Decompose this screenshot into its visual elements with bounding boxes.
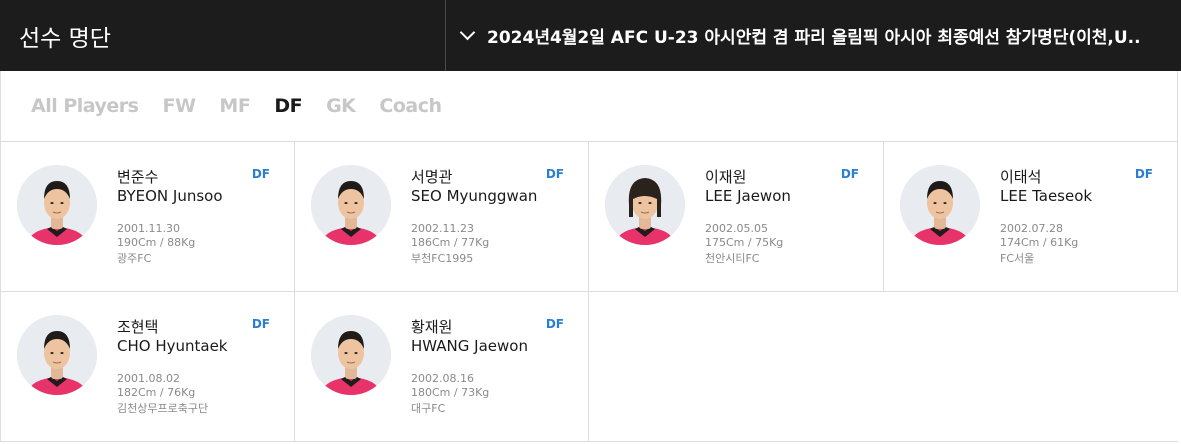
player-card[interactable]: DF 조현택 CHO Hyuntaek 2001.08.02 182Cm / 7… bbox=[0, 292, 295, 442]
page-title: 선수 명단 bbox=[0, 0, 446, 71]
player-club: 광주FC bbox=[117, 252, 152, 265]
position-badge: DF bbox=[1134, 167, 1153, 181]
position-tabs: All Players FW MF DF GK Coach bbox=[0, 71, 1178, 142]
player-club: FC서울 bbox=[1000, 252, 1035, 265]
player-birthdate: 2001.11.30 bbox=[117, 222, 180, 235]
player-english-name: LEE Taeseok bbox=[1000, 187, 1093, 205]
player-english-name: HWANG Jaewon bbox=[411, 337, 528, 355]
player-korean-name: 조현택 bbox=[117, 318, 159, 336]
tab-all-players[interactable]: All Players bbox=[31, 95, 139, 117]
player-korean-name: 이태석 bbox=[1000, 168, 1042, 186]
roster-selector[interactable]: 2024년4월2일 AFC U-23 아시안컵 겸 파리 올림픽 아시아 최종예… bbox=[446, 0, 1181, 71]
player-physique: 186Cm / 77Kg bbox=[411, 236, 490, 249]
player-grid: DF 변준수 BYEON Junsoo 2001.11.30 190Cm / 8… bbox=[0, 142, 1178, 442]
player-physique: 180Cm / 73Kg bbox=[411, 386, 490, 399]
page-header: 선수 명단 2024년4월2일 AFC U-23 아시안컵 겸 파리 올림픽 아… bbox=[0, 0, 1181, 71]
player-korean-name: 황재원 bbox=[411, 318, 453, 336]
player-birthdate: 2002.11.23 bbox=[411, 222, 474, 235]
player-english-name: CHO Hyuntaek bbox=[117, 337, 228, 355]
player-korean-name: 변준수 bbox=[117, 168, 159, 186]
player-birthdate: 2002.05.05 bbox=[705, 222, 768, 235]
position-badge: DF bbox=[545, 317, 564, 331]
player-korean-name: 이재원 bbox=[705, 168, 747, 186]
position-badge: DF bbox=[840, 167, 859, 181]
tab-gk[interactable]: GK bbox=[326, 95, 356, 117]
player-photo bbox=[17, 165, 97, 245]
player-card[interactable]: DF 서명관 SEO Myunggwan 2002.11.23 186Cm / … bbox=[295, 142, 589, 292]
player-english-name: SEO Myunggwan bbox=[411, 187, 538, 205]
player-korean-name: 서명관 bbox=[411, 168, 453, 186]
tab-df[interactable]: DF bbox=[274, 95, 302, 117]
empty-cell bbox=[884, 292, 1178, 442]
player-photo bbox=[311, 165, 391, 245]
player-english-name: LEE Jaewon bbox=[705, 187, 791, 205]
player-birthdate: 2002.08.16 bbox=[411, 372, 474, 385]
player-club: 천안시티FC bbox=[705, 252, 760, 265]
player-club: 대구FC bbox=[411, 402, 446, 415]
player-photo bbox=[900, 165, 980, 245]
roster-selector-label: 2024년4월2일 AFC U-23 아시안컵 겸 파리 올림픽 아시아 최종예… bbox=[487, 28, 1141, 48]
player-card[interactable]: DF 이재원 LEE Jaewon 2002.05.05 175Cm / 75K… bbox=[589, 142, 884, 292]
position-badge: DF bbox=[251, 167, 270, 181]
player-birthdate: 2001.08.02 bbox=[117, 372, 180, 385]
player-card[interactable]: DF 변준수 BYEON Junsoo 2001.11.30 190Cm / 8… bbox=[0, 142, 295, 292]
tab-coach[interactable]: Coach bbox=[379, 95, 442, 117]
player-photo bbox=[311, 315, 391, 395]
tab-fw[interactable]: FW bbox=[162, 95, 195, 117]
player-card[interactable]: DF 황재원 HWANG Jaewon 2002.08.16 180Cm / 7… bbox=[295, 292, 589, 442]
position-badge: DF bbox=[545, 167, 564, 181]
player-physique: 174Cm / 61Kg bbox=[1000, 236, 1079, 249]
player-photo bbox=[17, 315, 97, 395]
player-club: 부천FC1995 bbox=[411, 252, 474, 265]
chevron-down-icon bbox=[459, 24, 476, 41]
player-club: 김천상무프로축구단 bbox=[117, 402, 209, 415]
player-english-name: BYEON Junsoo bbox=[117, 187, 223, 205]
empty-cell bbox=[589, 292, 884, 442]
player-physique: 175Cm / 75Kg bbox=[705, 236, 784, 249]
player-physique: 190Cm / 88Kg bbox=[117, 236, 196, 249]
player-birthdate: 2002.07.28 bbox=[1000, 222, 1063, 235]
player-photo bbox=[605, 165, 685, 245]
position-badge: DF bbox=[251, 317, 270, 331]
player-card[interactable]: DF 이태석 LEE Taeseok 2002.07.28 174Cm / 61… bbox=[884, 142, 1178, 292]
tab-mf[interactable]: MF bbox=[219, 95, 250, 117]
player-physique: 182Cm / 76Kg bbox=[117, 386, 196, 399]
